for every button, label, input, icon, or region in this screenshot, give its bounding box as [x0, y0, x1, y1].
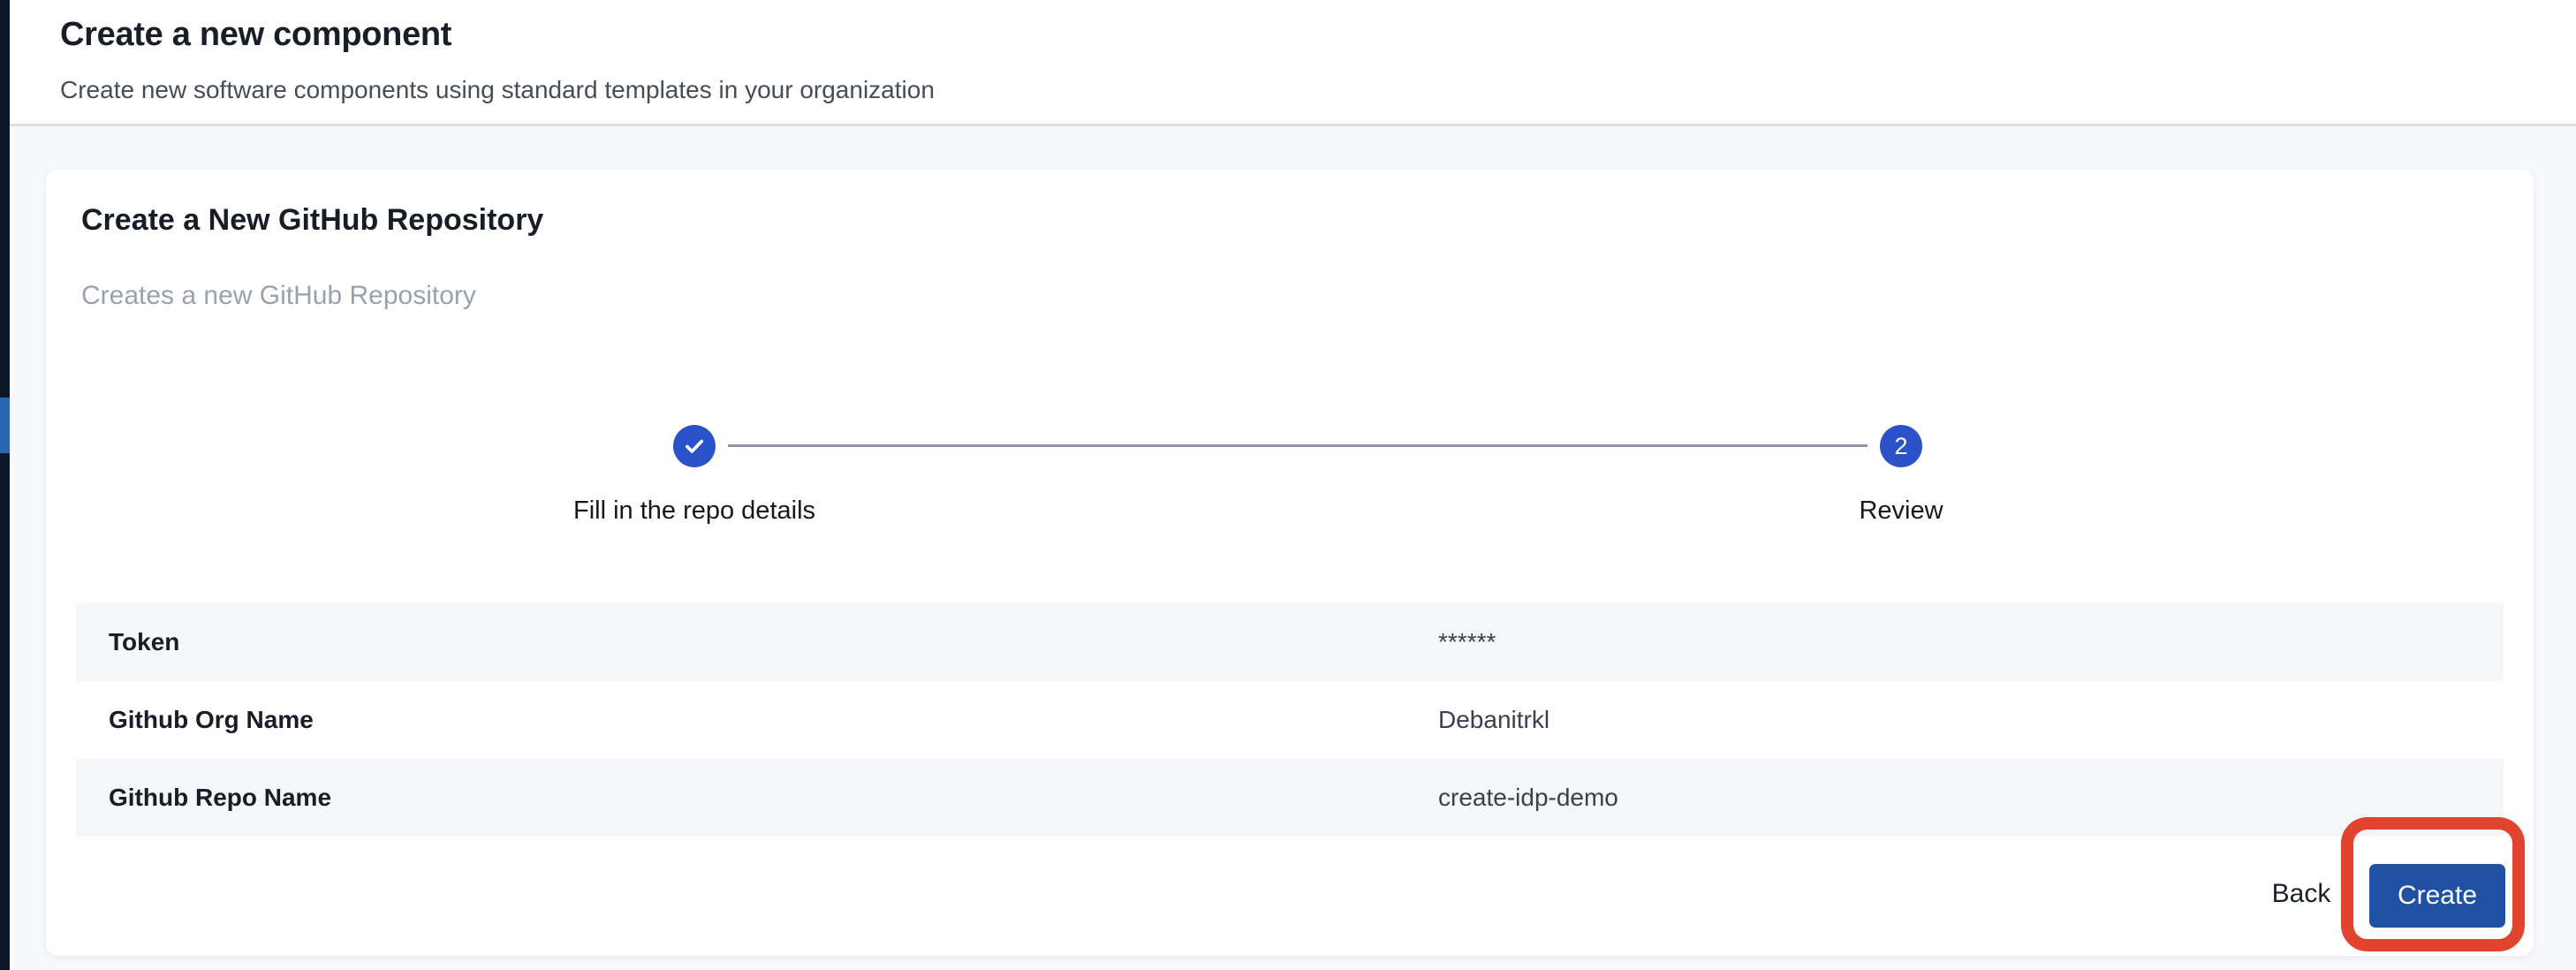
page-title: Create a new component — [60, 16, 451, 54]
template-wizard-card: Create a New GitHub Repository Creates a… — [46, 170, 2534, 956]
step-2-label: Review — [1680, 496, 2122, 526]
row-value: ****** — [1438, 628, 1496, 656]
step-2-circle: 2 — [1880, 425, 1922, 467]
card-title: Create a New GitHub Repository — [81, 203, 543, 238]
page-header: Create a new component Create new softwa… — [10, 0, 2576, 126]
row-value: Debanitrkl — [1438, 706, 1549, 734]
step-1-label: Fill in the repo details — [474, 496, 915, 526]
card-subtitle: Creates a new GitHub Repository — [81, 281, 476, 311]
check-icon — [683, 435, 706, 458]
create-button[interactable]: Create — [2369, 864, 2505, 928]
step-2-number: 2 — [1894, 433, 1907, 460]
sidebar-active-indicator — [0, 398, 10, 453]
step-connector-line — [728, 444, 1868, 447]
review-table: Token ****** Github Org Name Debanitrkl … — [76, 603, 2504, 837]
table-row: Token ****** — [76, 603, 2504, 681]
row-label: Token — [76, 628, 179, 656]
step-1-circle — [673, 425, 716, 467]
row-label: Github Org Name — [76, 706, 314, 734]
collapsed-sidebar — [0, 0, 10, 970]
row-label: Github Repo Name — [76, 784, 331, 812]
row-value: create-idp-demo — [1438, 784, 1618, 812]
page-subtitle: Create new software components using sta… — [60, 76, 935, 104]
back-button[interactable]: Back — [2253, 871, 2350, 917]
table-row: Github Org Name Debanitrkl — [76, 681, 2504, 759]
table-row: Github Repo Name create-idp-demo — [76, 759, 2504, 837]
